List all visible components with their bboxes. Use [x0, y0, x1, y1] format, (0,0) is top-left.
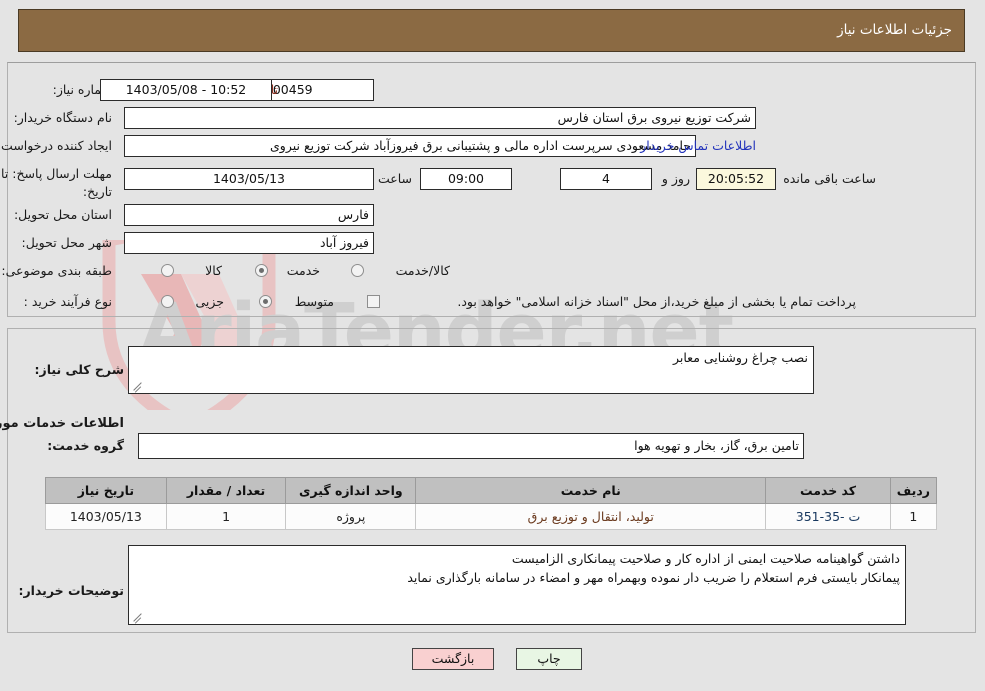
response-deadline-label-line1: مهلت ارسال پاسخ: تا [2, 166, 113, 181]
general-description-textarea[interactable]: نصب چراغ روشنایی معابر [129, 346, 815, 394]
delivery-province-label: استان محل تحویل: [14, 207, 113, 222]
buyer-org-label: نام دستگاه خریدار: [14, 110, 113, 125]
radio-process-medium-label: متوسط [295, 294, 335, 309]
delivery-city-label: شهر محل تحویل: [22, 235, 113, 250]
response-deadline-hour: 09:00 [421, 168, 513, 190]
public-announcement-value: 10:52 - 1403/05/08 [101, 79, 273, 101]
service-group-label: گروه خدمت: [48, 438, 125, 453]
th-row-no: ردیف [890, 477, 939, 504]
response-deadline-countdown: 20:05:52 [697, 168, 777, 190]
buyer-contact-link[interactable]: اطلاعات تماس خریدار [641, 138, 757, 153]
delivery-city-value: فیروز آباد [125, 232, 375, 254]
request-creator-value: حامد مسعودی سرپرست اداره مالی و پشتیبانی… [125, 135, 697, 157]
buyer-notes-textarea[interactable]: داشتن گواهینامه صلاحیت ایمنی از اداره کا… [129, 545, 907, 625]
th-unit: واحد اندازه گیری [286, 477, 418, 504]
cell-need-date: 1403/05/13 [46, 503, 168, 530]
buyer-notes-label: توضیحات خریدار: [19, 583, 125, 598]
radio-subject-goods-service[interactable] [352, 264, 365, 277]
response-deadline-days-label: روز و [662, 171, 691, 186]
response-deadline-hour-label: ساعت [378, 171, 413, 186]
islamic-treasury-checkbox-label: پرداخت تمام یا بخشی از مبلغ خرید،از محل … [458, 294, 857, 309]
th-service-name: نام خدمت [416, 477, 768, 504]
radio-subject-goods[interactable] [162, 264, 175, 277]
radio-process-medium[interactable] [260, 295, 273, 308]
cell-row-no: 1 [890, 503, 939, 530]
services-section-title: اطلاعات خدمات مورد نیاز [0, 416, 125, 431]
response-deadline-days: 4 [561, 168, 653, 190]
th-quantity: تعداد / مقدار [166, 477, 288, 504]
print-button[interactable]: چاپ [517, 648, 583, 670]
table-header-row: ردیف کد خدمت نام خدمت واحد اندازه گیری ت… [46, 477, 939, 504]
radio-subject-goods-label: کالا [206, 263, 223, 278]
islamic-treasury-checkbox[interactable] [368, 295, 381, 308]
response-deadline-label-line2: تاریخ: [83, 184, 113, 199]
response-deadline-date: 1403/05/13 [125, 168, 375, 190]
th-need-date: تاریخ نیاز [46, 477, 168, 504]
purchase-process-label: نوع فرآیند خرید : [24, 294, 113, 309]
resize-grip-icon[interactable] [132, 611, 144, 623]
resize-grip-icon[interactable] [132, 380, 144, 392]
th-service-code: کد خدمت [766, 477, 892, 504]
delivery-province-value: فارس [125, 204, 375, 226]
service-group-value: تامین برق، گاز، بخار و تهویه هوا [139, 433, 805, 459]
buyer-org-value: شرکت توزیع نیروی برق استان فارس [125, 107, 757, 129]
radio-process-minor[interactable] [162, 295, 175, 308]
general-description-label: شرح کلی نیاز: [35, 362, 125, 377]
cell-unit: پروژه [286, 503, 418, 530]
cell-service-name: تولید، انتقال و توزیع برق [416, 503, 768, 530]
buyer-notes-line2: پیمانکار بایستی فرم استعلام را ضریب دار … [408, 570, 901, 585]
response-deadline-countdown-label: ساعت باقی مانده [784, 171, 877, 186]
page-header-bar: جزئیات اطلاعات نیاز [19, 9, 966, 52]
radio-process-minor-label: جزیی [196, 294, 225, 309]
request-creator-label: ایجاد کننده درخواست: [0, 138, 113, 153]
radio-subject-service-label: خدمت [287, 263, 321, 278]
subject-category-label: طبقه بندی موضوعی: [2, 263, 113, 278]
page-title: جزئیات اطلاعات نیاز [838, 22, 953, 38]
buyer-notes-line1: داشتن گواهینامه صلاحیت ایمنی از اداره کا… [512, 551, 901, 566]
general-description-value: نصب چراغ روشنایی معابر [673, 350, 809, 365]
back-button[interactable]: بازگشت [413, 648, 495, 670]
table-row: 1 ت -35-351 تولید، انتقال و توزیع برق پر… [46, 503, 939, 530]
cell-quantity: 1 [166, 503, 288, 530]
radio-subject-goods-service-label: کالا/خدمت [396, 263, 451, 278]
cell-service-code: ت -35-351 [766, 503, 892, 530]
services-table: ردیف کد خدمت نام خدمت واحد اندازه گیری ت… [46, 477, 939, 530]
page-root: AriaTender.net جزئیات اطلاعات نیاز شماره… [0, 0, 985, 691]
radio-subject-service[interactable] [256, 264, 269, 277]
